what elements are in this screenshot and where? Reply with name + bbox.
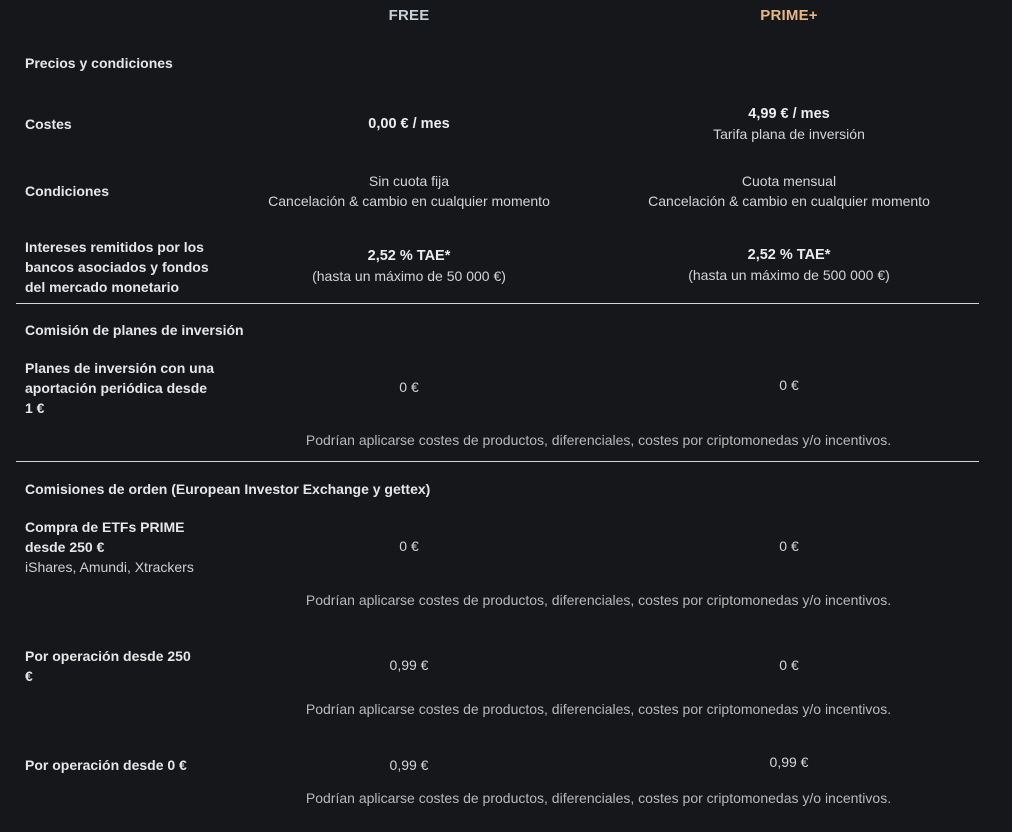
conditions-prime-line1: Cuota mensual	[741, 173, 837, 189]
section-title-order-fees: Comisiones de orden (European Investor E…	[25, 481, 431, 497]
interest-free-subtext: (hasta un máximo de 50 000 €)	[312, 268, 506, 284]
etf-prime-prime-value: 0 €	[779, 538, 799, 554]
row-label-per-trade-0: Por operación desde 0 €	[25, 757, 187, 773]
etf-prime-free-value: 0 €	[399, 538, 419, 554]
section-title-pricing: Precios y condiciones	[25, 55, 173, 71]
row-label-savings-plans: Planes de inversión con una aportación p…	[25, 360, 215, 416]
per-trade-0-prime-value: 0,99 €	[769, 754, 809, 770]
interest-prime-cell: 2,52 % TAE* (hasta un máximo de 500 000 …	[589, 245, 989, 285]
etf-prime-providers: iShares, Amundi, Xtrackers	[25, 559, 194, 575]
savings-plans-note: Podrían aplicarse costes de productos, d…	[305, 432, 892, 448]
per-trade-0-note: Podrían aplicarse costes de productos, d…	[305, 790, 892, 806]
costs-prime-subtext: Tarifa plana de inversión	[713, 126, 865, 142]
conditions-free-line2: Cancelación & cambio en cualquier moment…	[268, 193, 550, 209]
row-label-costs: Costes	[25, 116, 72, 132]
costs-prime-value: 4,99 € / mes	[748, 106, 830, 122]
conditions-prime-line2: Cancelación & cambio en cualquier moment…	[648, 193, 930, 209]
plan-header-prime: PRIME+	[760, 7, 818, 24]
etf-prime-label-text: Compra de ETFs PRIME desde 250 €	[25, 519, 185, 555]
etf-prime-note: Podrían aplicarse costes de productos, d…	[305, 592, 892, 608]
costs-prime-cell: 4,99 € / mes Tarifa plana de inversión	[589, 104, 989, 144]
per-trade-0-free-value: 0,99 €	[389, 757, 429, 773]
costs-free-value: 0,00 € / mes	[368, 116, 450, 132]
per-trade-250-free-value: 0,99 €	[389, 657, 429, 673]
conditions-prime-cell: Cuota mensual Cancelación & cambio en cu…	[589, 171, 989, 211]
interest-free-value: 2,52 % TAE*	[367, 248, 451, 264]
row-label-per-trade-250: Por operación desde 250 €	[25, 648, 191, 684]
conditions-free-cell: Sin cuota fija Cancelación & cambio en c…	[209, 171, 609, 211]
interest-free-cell: 2,52 % TAE* (hasta un máximo de 50 000 €…	[209, 246, 609, 286]
interest-prime-subtext: (hasta un máximo de 500 000 €)	[688, 267, 890, 283]
savings-plans-prime-value: 0 €	[779, 377, 799, 393]
per-trade-250-note: Podrían aplicarse costes de productos, d…	[305, 701, 892, 717]
conditions-free-line1: Sin cuota fija	[368, 173, 450, 189]
row-label-interest: Intereses remitidos por los bancos asoci…	[25, 239, 209, 295]
section-divider	[16, 461, 979, 462]
per-trade-250-prime-value: 0 €	[779, 657, 799, 673]
row-label-conditions: Condiciones	[25, 183, 110, 199]
section-title-plans-fee: Comisión de planes de inversión	[25, 322, 244, 338]
savings-plans-free-value: 0 €	[399, 379, 419, 395]
section-divider	[16, 303, 979, 304]
row-label-etf-prime: Compra de ETFs PRIME desde 250 € iShares…	[25, 517, 215, 577]
interest-prime-value: 2,52 % TAE*	[747, 247, 831, 263]
plan-header-free: FREE	[388, 7, 430, 24]
costs-free-cell: 0,00 € / mes	[209, 114, 609, 134]
